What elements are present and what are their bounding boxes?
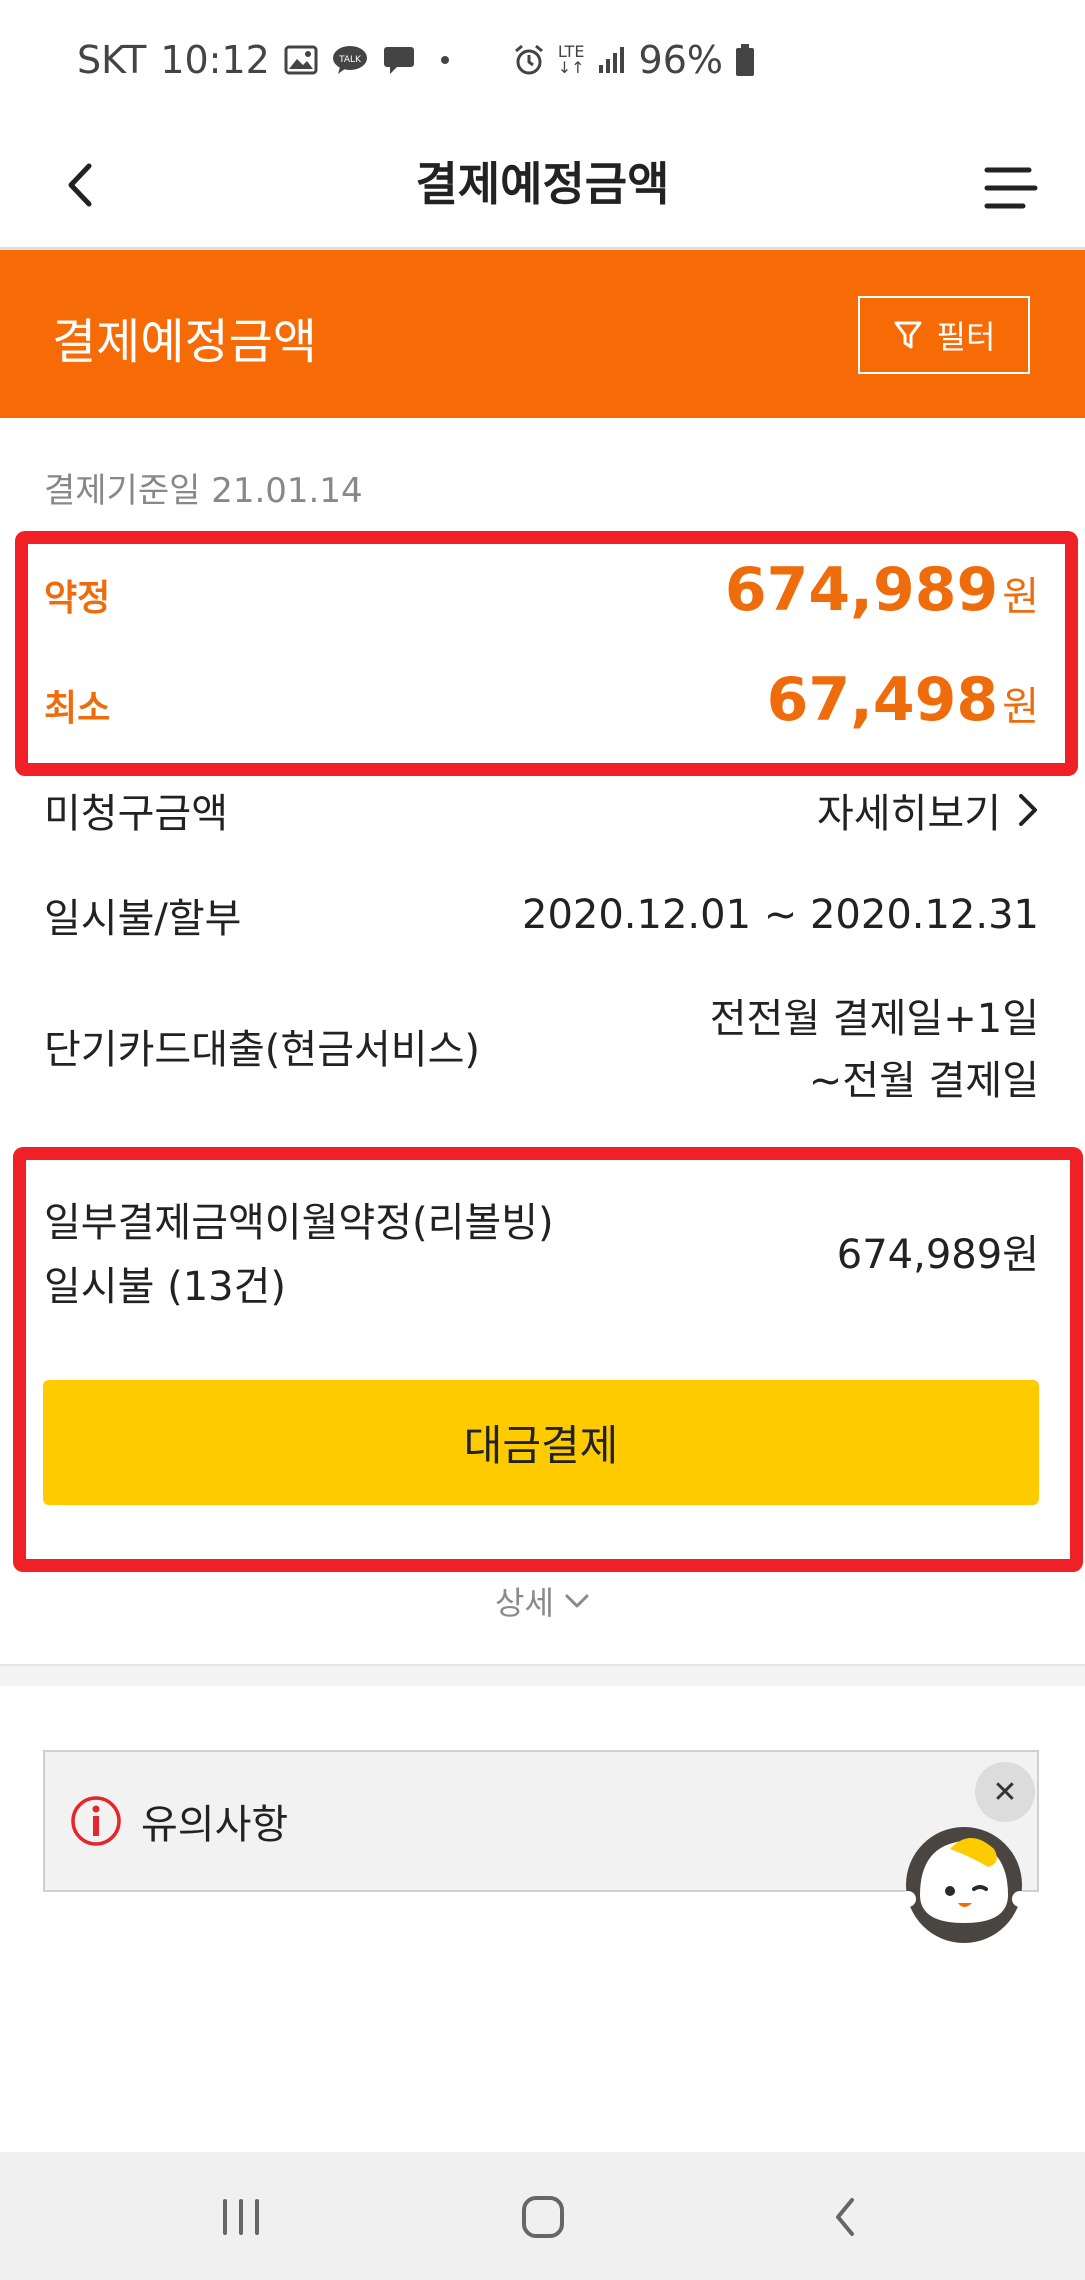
filter-button[interactable]: 필터 [858,296,1030,374]
chevron-right-icon [1019,794,1037,826]
back-icon [836,2198,854,2236]
image-icon [284,45,318,75]
message-icon [382,45,416,75]
status-bar-left: SKT 10:12 TALK [77,38,460,82]
orange-header: 결제예정금액 필터 [0,250,1085,418]
unbilled-row: 미청구금액 자세히보기 [44,780,1039,840]
carrier-label: SKT [77,38,147,82]
system-back-button[interactable] [810,2182,880,2252]
promise-amount: 674,989 원 [725,555,1039,625]
menu-button[interactable] [965,158,1085,218]
system-nav-bar [0,2152,1085,2280]
status-bar: SKT 10:12 TALK LTE ↓↑ 96% [0,0,1085,120]
period-value: 전전월 결제일+1일 ~전월 결제일 [710,988,1039,1112]
revolving-label: 일부결제금액이월약정(리볼빙) 일시불 (13건) [44,1191,554,1319]
period-row: 단기카드대출(현금서비스) 전전월 결제일+1일 ~전월 결제일 [44,985,1039,1115]
chatbot-close-button[interactable]: ✕ [975,1762,1035,1822]
talk-icon: TALK [332,45,368,75]
chatbot-mascot-icon [900,1827,1028,1943]
revolving-label-line: 일시불 (13건) [44,1264,287,1310]
minimum-unit: 원 [1002,684,1039,730]
close-icon: ✕ [992,1774,1018,1810]
revolving-amount: 674,989원 [836,1232,1039,1278]
info-icon [71,1796,121,1846]
promise-label: 약정 [44,578,111,619]
promise-unit: 원 [1002,574,1039,620]
detail-toggle-label: 상세 [495,1584,554,1622]
notice-label: 유의사항 [141,1802,289,1848]
minimum-amount-row: 최소 67,498 원 [44,665,1039,735]
view-details-link[interactable]: 자세히보기 [817,781,1039,839]
pay-button[interactable]: 대금결제 [43,1380,1039,1505]
view-details-label: 자세히보기 [817,791,1001,837]
recent-apps-icon [223,2199,259,2235]
page-title: 결제예정금액 [415,157,670,211]
period-label: 일시불/할부 [44,896,242,942]
minimum-amount: 67,498 원 [767,665,1039,735]
filter-label: 필터 [936,318,996,356]
svg-text:TALK: TALK [338,55,362,65]
period-label: 단기카드대출(현금서비스) [44,1027,481,1073]
home-icon [522,2196,564,2238]
dot-icon [430,45,460,75]
period-value-line: 전전월 결제일+1일 [709,996,1039,1042]
hamburger-menu-icon [984,167,1038,209]
lte-arrows-icon: LTE ↓↑ [558,44,585,76]
promise-value: 674,989 [724,555,999,625]
arrows-glyph: ↓↑ [557,58,585,77]
promise-amount-row: 약정 674,989 원 [44,555,1039,625]
battery-icon [735,43,755,77]
header-title: 결제예정금액 [52,314,317,370]
recent-apps-button[interactable] [206,2182,276,2252]
chevron-down-icon [565,1594,589,1608]
battery-label: 96% [638,38,723,82]
revolving-row: 일부결제금액이월약정(리볼빙) 일시불 (13건) 674,989원 [44,1190,1039,1320]
funnel-icon [894,321,922,349]
alarm-icon [512,43,546,77]
section-divider [0,1664,1085,1686]
period-value-line: ~전월 결제일 [808,1058,1039,1104]
status-bar-right: LTE ↓↑ 96% [512,38,755,82]
detail-toggle[interactable]: 상세 [0,1578,1085,1624]
base-date: 결제기준일 21.01.14 [44,471,363,511]
app-bar: 결제예정금액 [0,120,1085,250]
signal-icon [597,45,627,75]
minimum-label: 최소 [44,688,111,729]
period-value: 2020.12.01 ~ 2020.12.31 [522,892,1039,938]
minimum-value: 67,498 [766,665,999,735]
chatbot-avatar[interactable] [890,1815,1038,1945]
time-label: 10:12 [160,38,270,82]
unbilled-label: 미청구금액 [44,791,228,837]
revolving-label-line: 일부결제금액이월약정(리볼빙) [44,1200,554,1246]
period-row: 일시불/할부 2020.12.01 ~ 2020.12.31 [44,885,1039,945]
home-button[interactable] [508,2182,578,2252]
